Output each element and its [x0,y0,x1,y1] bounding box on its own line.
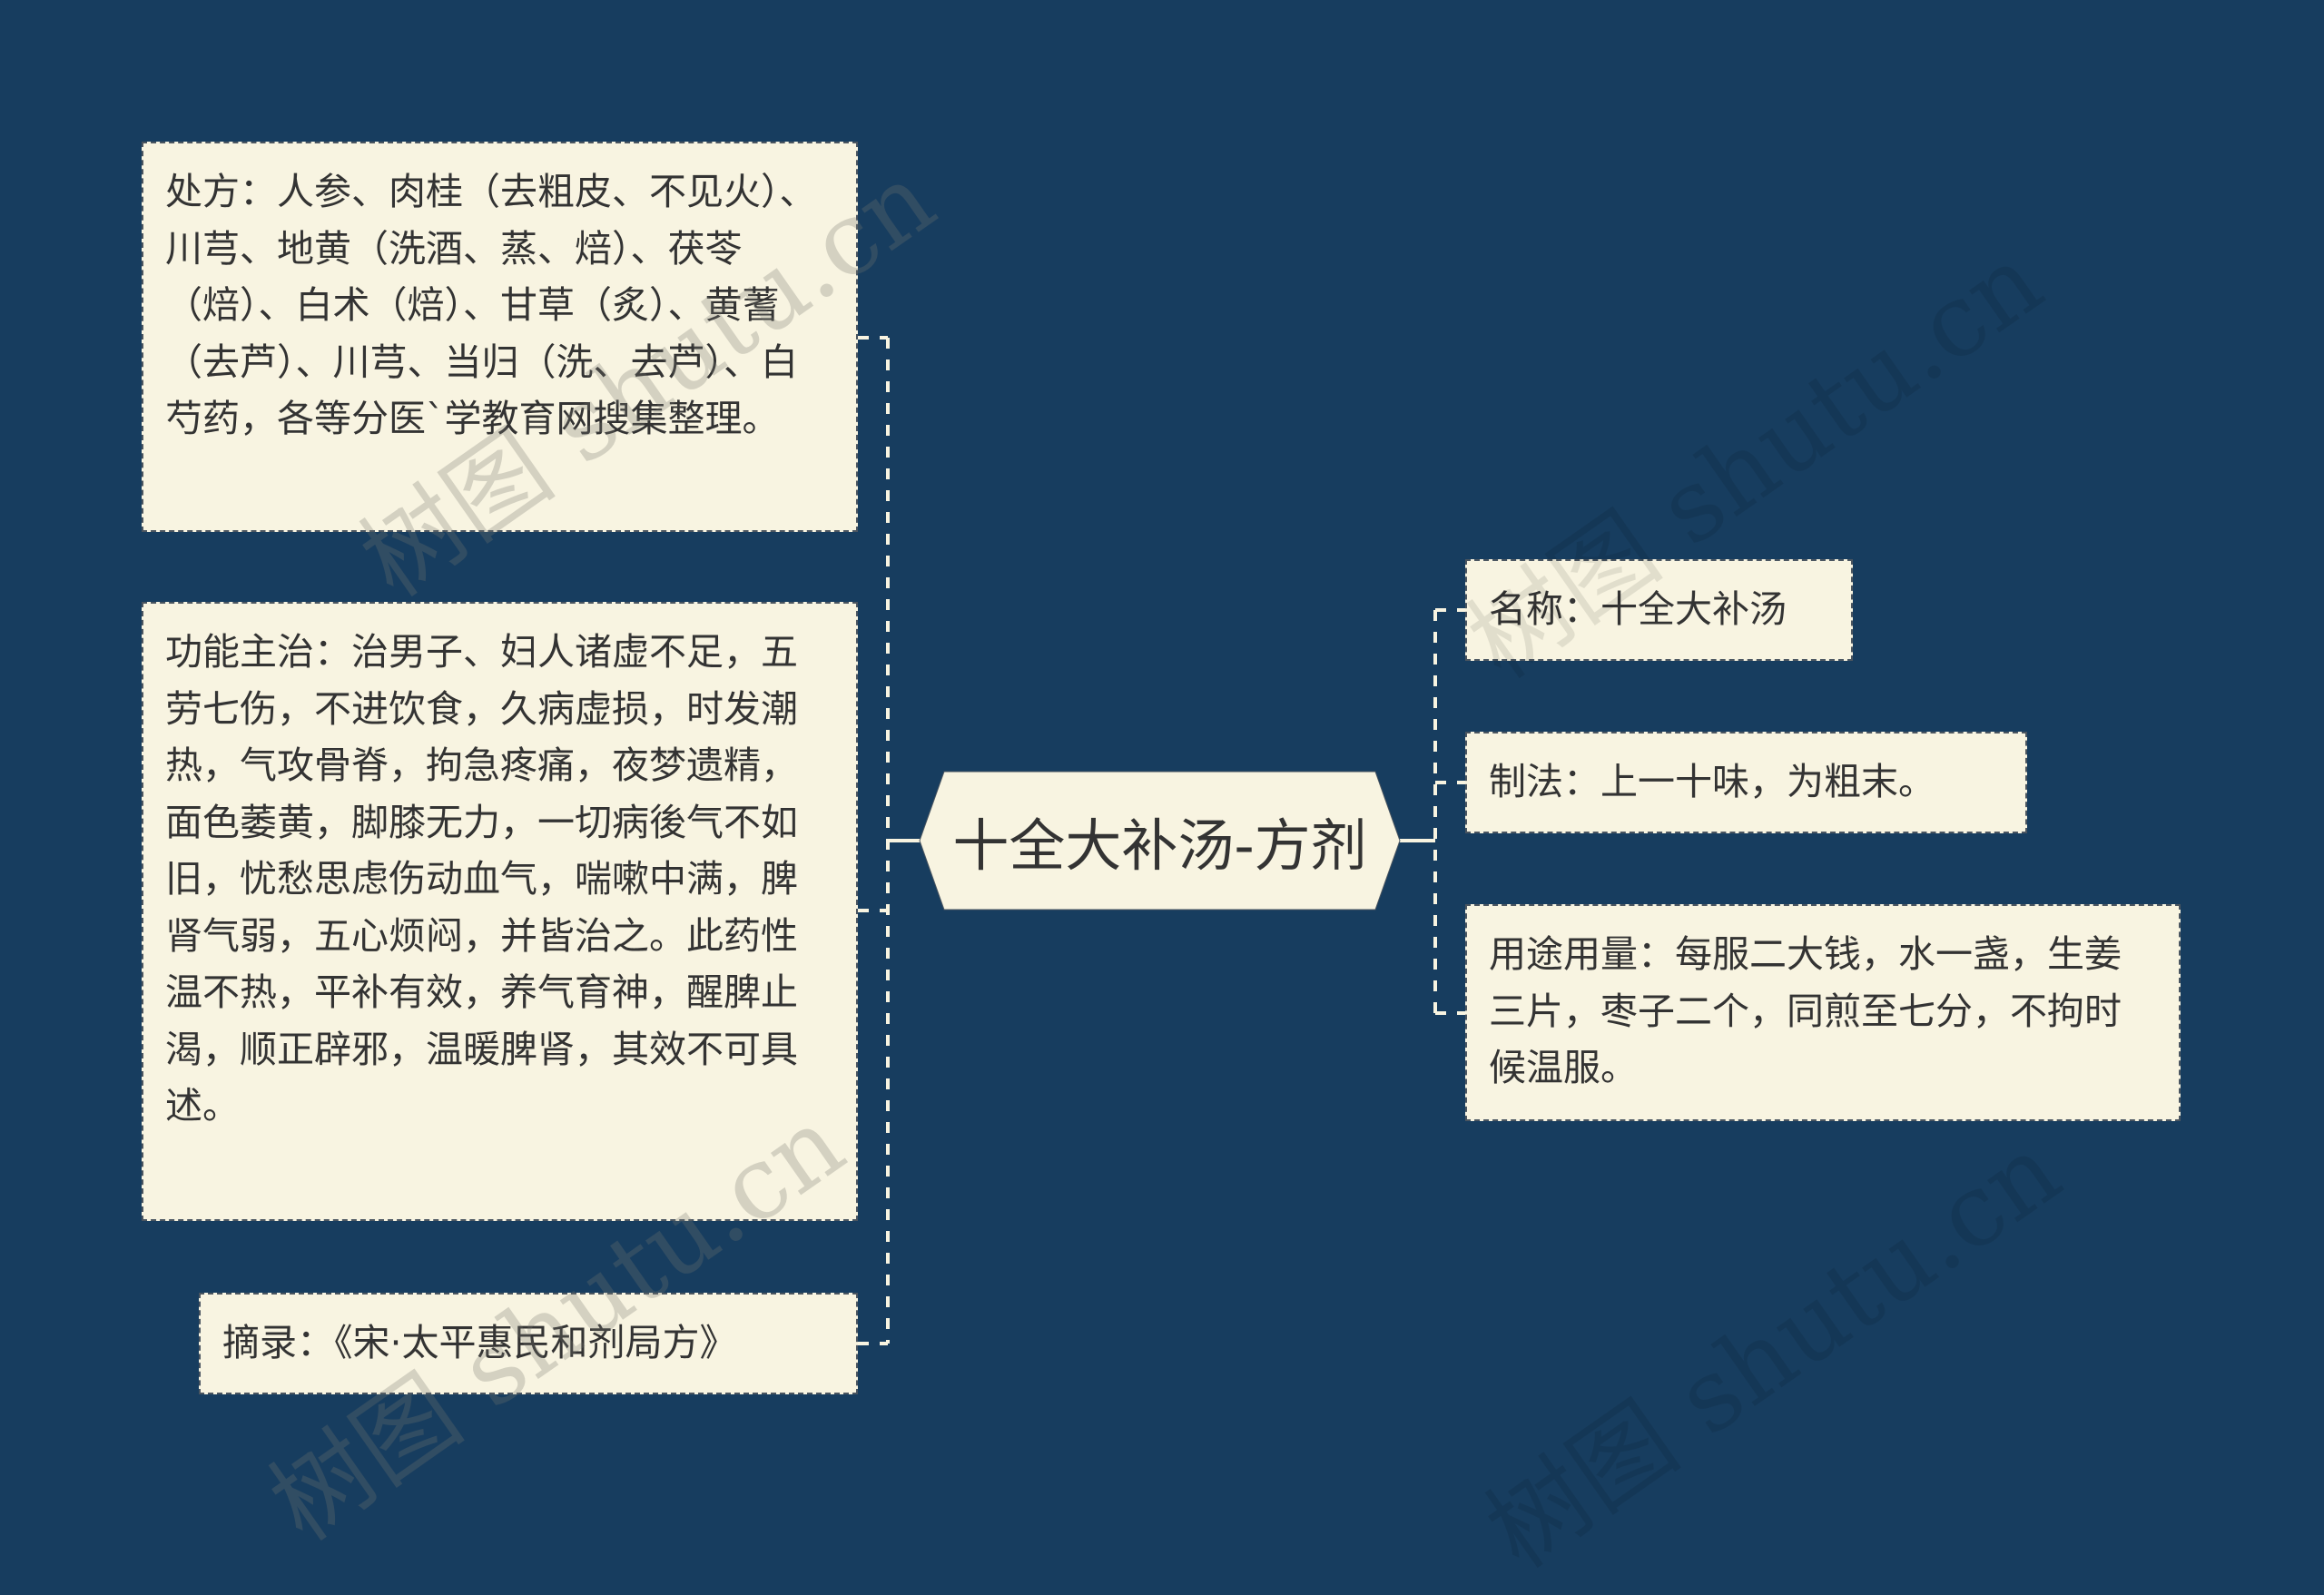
topic-name-text: 名称：十全大补汤 [1489,587,1787,631]
topic-source[interactable]: 摘录：《宋·太平惠民和剂局方》 [199,1293,858,1394]
topic-prescription-text: 处方：人参、肉桂（去粗皮、不见火）、川芎、地黄（洗酒、蒸、焙）、茯苓（焙）、白术… [165,170,817,440]
topic-usage[interactable]: 用途用量：每服二大钱，水一盏，生姜三片，枣子二个，同煎至七分，不拘时候温服。 [1465,904,2181,1121]
topic-preparation-text: 制法：上一十味，为粗末。 [1489,760,1935,803]
central-topic-title: 十全大补汤-方剂 [952,812,1367,879]
central-topic-node[interactable]: 十全大补汤-方剂 [919,771,1401,911]
topic-source-text: 摘录：《宋·太平惠民和剂局方》 [222,1321,737,1364]
topic-indications[interactable]: 功能主治：治男子、妇人诸虚不足，五劳七伤，不进饮食，久病虚损，时发潮热，气攻骨脊… [142,602,858,1221]
topic-prescription[interactable]: 处方：人参、肉桂（去粗皮、不见火）、川芎、地黄（洗酒、蒸、焙）、茯苓（焙）、白术… [142,142,858,532]
topic-name[interactable]: 名称：十全大补汤 [1465,559,1853,661]
topic-usage-text: 用途用量：每服二大钱，水一盏，生姜三片，枣子二个，同煎至七分，不拘时候温服。 [1489,932,2122,1089]
topic-indications-text: 功能主治：治男子、妇人诸虚不足，五劳七伤，不进饮食，久病虚损，时发潮热，气攻骨脊… [165,630,798,1127]
topic-preparation[interactable]: 制法：上一十味，为粗末。 [1465,732,2027,833]
